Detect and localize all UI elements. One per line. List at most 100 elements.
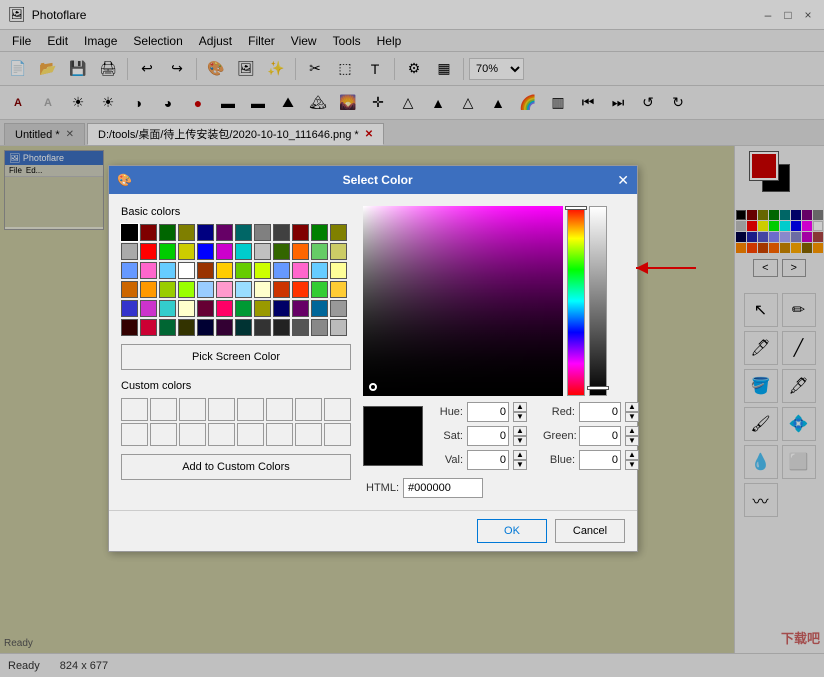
- basic-color-swatch[interactable]: [159, 243, 176, 260]
- basic-color-swatch[interactable]: [311, 281, 328, 298]
- blue-input[interactable]: [579, 450, 621, 470]
- basic-color-swatch[interactable]: [311, 300, 328, 317]
- basic-color-swatch[interactable]: [235, 319, 252, 336]
- custom-swatch[interactable]: [237, 398, 264, 421]
- hue-input[interactable]: [467, 402, 509, 422]
- basic-color-swatch[interactable]: [178, 319, 195, 336]
- basic-color-swatch[interactable]: [273, 224, 290, 241]
- basic-color-swatch[interactable]: [330, 224, 347, 241]
- basic-color-swatch[interactable]: [311, 224, 328, 241]
- basic-color-swatch[interactable]: [235, 262, 252, 279]
- sat-down[interactable]: ▼: [513, 436, 527, 446]
- hue-up[interactable]: ▲: [513, 402, 527, 412]
- basic-color-swatch[interactable]: [292, 300, 309, 317]
- basic-color-swatch[interactable]: [216, 243, 233, 260]
- basic-color-swatch[interactable]: [330, 319, 347, 336]
- basic-color-swatch[interactable]: [292, 319, 309, 336]
- hue-slider[interactable]: [567, 206, 585, 396]
- custom-swatch[interactable]: [295, 398, 322, 421]
- dialog-close-button[interactable]: ✕: [617, 172, 629, 189]
- red-up[interactable]: ▲: [625, 402, 639, 412]
- basic-color-swatch[interactable]: [254, 224, 271, 241]
- basic-color-swatch[interactable]: [178, 243, 195, 260]
- basic-color-swatch[interactable]: [121, 262, 138, 279]
- basic-color-swatch[interactable]: [254, 281, 271, 298]
- basic-color-swatch[interactable]: [140, 243, 157, 260]
- custom-swatch[interactable]: [121, 423, 148, 446]
- basic-color-swatch[interactable]: [140, 281, 157, 298]
- basic-color-swatch[interactable]: [159, 262, 176, 279]
- basic-color-swatch[interactable]: [197, 300, 214, 317]
- basic-color-swatch[interactable]: [330, 243, 347, 260]
- custom-swatch[interactable]: [324, 398, 351, 421]
- basic-color-swatch[interactable]: [178, 281, 195, 298]
- basic-color-swatch[interactable]: [292, 281, 309, 298]
- add-custom-colors-button[interactable]: Add to Custom Colors: [121, 454, 351, 480]
- basic-color-swatch[interactable]: [140, 300, 157, 317]
- basic-color-swatch[interactable]: [216, 262, 233, 279]
- basic-color-swatch[interactable]: [311, 243, 328, 260]
- basic-color-swatch[interactable]: [273, 319, 290, 336]
- basic-color-swatch[interactable]: [121, 319, 138, 336]
- basic-color-swatch[interactable]: [197, 243, 214, 260]
- basic-color-swatch[interactable]: [159, 281, 176, 298]
- basic-color-swatch[interactable]: [216, 319, 233, 336]
- basic-color-swatch[interactable]: [159, 319, 176, 336]
- sat-input[interactable]: [467, 426, 509, 446]
- basic-color-swatch[interactable]: [178, 224, 195, 241]
- cancel-button[interactable]: Cancel: [555, 519, 625, 543]
- custom-swatch[interactable]: [237, 423, 264, 446]
- basic-color-swatch[interactable]: [197, 224, 214, 241]
- basic-color-swatch[interactable]: [254, 300, 271, 317]
- basic-color-swatch[interactable]: [197, 262, 214, 279]
- green-up[interactable]: ▲: [625, 426, 639, 436]
- custom-swatch[interactable]: [150, 398, 177, 421]
- html-input[interactable]: [403, 478, 483, 498]
- basic-color-swatch[interactable]: [140, 319, 157, 336]
- basic-color-swatch[interactable]: [330, 281, 347, 298]
- basic-color-swatch[interactable]: [254, 319, 271, 336]
- basic-color-swatch[interactable]: [311, 319, 328, 336]
- basic-color-swatch[interactable]: [273, 262, 290, 279]
- basic-color-swatch[interactable]: [159, 224, 176, 241]
- basic-color-swatch[interactable]: [273, 243, 290, 260]
- basic-color-swatch[interactable]: [292, 224, 309, 241]
- hue-down[interactable]: ▼: [513, 412, 527, 422]
- green-input[interactable]: [579, 426, 621, 446]
- sat-up[interactable]: ▲: [513, 426, 527, 436]
- basic-color-swatch[interactable]: [235, 300, 252, 317]
- basic-color-swatch[interactable]: [178, 300, 195, 317]
- basic-color-swatch[interactable]: [121, 224, 138, 241]
- basic-color-swatch[interactable]: [254, 262, 271, 279]
- red-down[interactable]: ▼: [625, 412, 639, 422]
- custom-swatch[interactable]: [121, 398, 148, 421]
- basic-color-swatch[interactable]: [330, 262, 347, 279]
- basic-color-swatch[interactable]: [140, 224, 157, 241]
- color-gradient[interactable]: [363, 206, 563, 396]
- basic-color-swatch[interactable]: [197, 319, 214, 336]
- val-down[interactable]: ▼: [513, 460, 527, 470]
- custom-swatch[interactable]: [324, 423, 351, 446]
- ok-button[interactable]: OK: [477, 519, 547, 543]
- pick-screen-color-button[interactable]: Pick Screen Color: [121, 344, 351, 370]
- blue-up[interactable]: ▲: [625, 450, 639, 460]
- basic-color-swatch[interactable]: [254, 243, 271, 260]
- custom-swatch[interactable]: [179, 423, 206, 446]
- custom-swatch[interactable]: [208, 398, 235, 421]
- basic-color-swatch[interactable]: [197, 281, 214, 298]
- basic-color-swatch[interactable]: [330, 300, 347, 317]
- custom-swatch[interactable]: [208, 423, 235, 446]
- basic-color-swatch[interactable]: [140, 262, 157, 279]
- custom-swatch[interactable]: [179, 398, 206, 421]
- basic-color-swatch[interactable]: [216, 224, 233, 241]
- custom-swatch[interactable]: [266, 423, 293, 446]
- basic-color-swatch[interactable]: [216, 281, 233, 298]
- basic-color-swatch[interactable]: [235, 281, 252, 298]
- red-input[interactable]: [579, 402, 621, 422]
- val-up[interactable]: ▲: [513, 450, 527, 460]
- basic-color-swatch[interactable]: [292, 262, 309, 279]
- value-slider[interactable]: [589, 206, 607, 396]
- blue-down[interactable]: ▼: [625, 460, 639, 470]
- basic-color-swatch[interactable]: [235, 224, 252, 241]
- basic-color-swatch[interactable]: [235, 243, 252, 260]
